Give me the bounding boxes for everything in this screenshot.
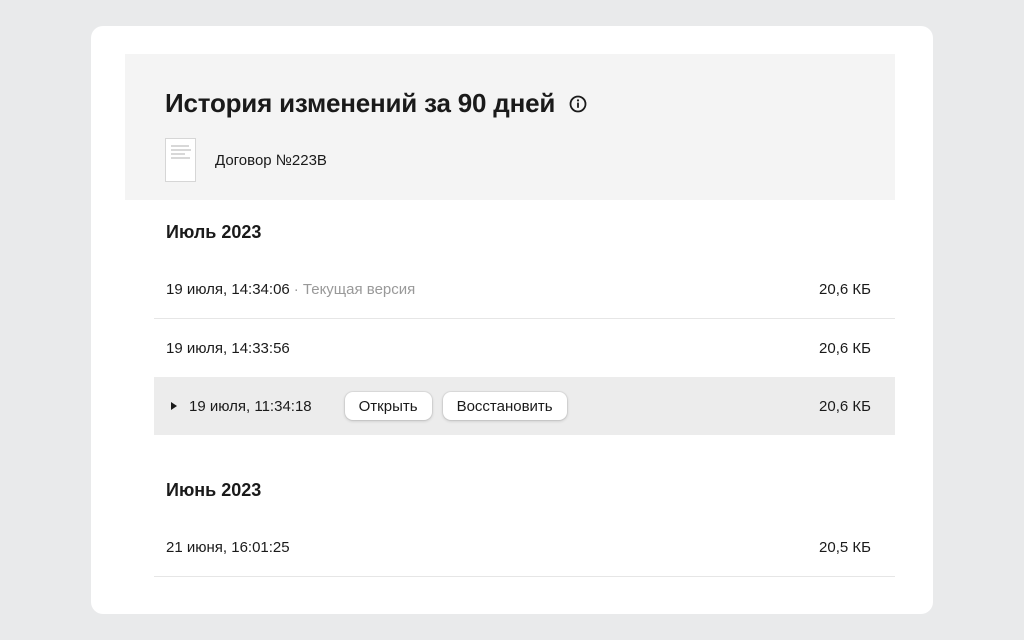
version-time: 19 июля, 11:34:18 <box>189 397 312 415</box>
version-row-selected[interactable]: 19 июля, 11:34:18 Открыть Восстановить 2… <box>154 377 895 435</box>
version-row[interactable]: 19 июля, 14:34:06 · Текущая версия 20,6 … <box>154 261 895 319</box>
version-size: 20,6 КБ <box>819 397 871 415</box>
document-name: Договор №223B <box>215 151 327 169</box>
page-title: История изменений за 90 дней <box>165 88 556 118</box>
document-thumbnail-icon <box>165 138 196 182</box>
version-time: 19 июля, 14:33:56 <box>166 339 290 357</box>
version-row[interactable]: 19 июля, 14:33:56 20,6 КБ <box>154 319 895 377</box>
history-header: История изменений за 90 дней Договор №22… <box>125 54 895 200</box>
current-version-label: · Текущая версия <box>293 281 416 298</box>
month-heading-july: Июль 2023 <box>166 222 262 242</box>
expand-caret-icon[interactable] <box>171 402 177 410</box>
document-row: Договор №223B <box>165 138 327 182</box>
version-size: 20,6 КБ <box>819 339 871 357</box>
version-size: 20,6 КБ <box>819 281 871 298</box>
month-heading-june: Июнь 2023 <box>166 480 262 500</box>
version-history-card: История изменений за 90 дней Договор №22… <box>91 26 933 614</box>
info-icon[interactable] <box>569 95 587 113</box>
version-row[interactable]: 21 июня, 16:01:25 20,5 КБ <box>154 519 895 577</box>
version-size: 20,5 КБ <box>819 539 871 556</box>
title-row: История изменений за 90 дней <box>165 88 587 119</box>
restore-button[interactable]: Восстановить <box>442 392 567 420</box>
version-time: 21 июня, 16:01:25 <box>166 539 290 556</box>
version-time: 19 июля, 14:34:06 <box>166 281 290 298</box>
open-button[interactable]: Открыть <box>344 392 432 420</box>
